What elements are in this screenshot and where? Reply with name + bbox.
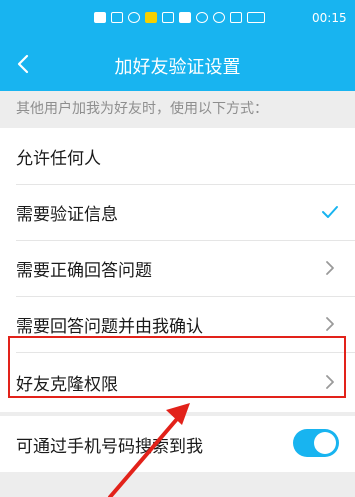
chevron-right-icon [326,375,334,389]
option-allow-anyone[interactable]: 允许任何人 [0,128,355,184]
toggle-knob [314,432,336,454]
app-bar: 加好友验证设置 [0,38,355,91]
chevron-right-icon [326,317,334,331]
vibrate-icon [230,12,242,23]
option-require-verification[interactable]: 需要验证信息 [0,184,355,240]
phone-search-row[interactable]: 可通过手机号码搜索到我 [0,416,355,472]
status-icons [94,12,265,23]
hd-icon [145,12,157,23]
option-label: 需要回答问题并由我确认 [16,316,203,337]
alarm-icon [213,12,225,23]
app-icon [179,12,191,23]
section-hint: 其他用户加我为好友时，使用以下方式： [16,101,268,117]
page-title: 加好友验证设置 [114,57,241,78]
option-label: 允许任何人 [16,148,101,169]
signal-icon [111,12,123,23]
battery-icon [247,12,265,23]
nfc-icon [196,12,208,23]
option-answer-and-confirm[interactable]: 需要回答问题并由我确认 [0,296,355,352]
verification-options: 允许任何人 需要验证信息 需要正确回答问题 需要回答问题并由我确认 好友克隆权限 [0,128,355,412]
checkmark-icon [322,206,338,218]
option-label: 需要验证信息 [16,204,118,225]
option-friend-clone-permission[interactable]: 好友克隆权限 [0,352,355,412]
sim-icon [94,12,106,23]
option-answer-question[interactable]: 需要正确回答问题 [0,240,355,296]
option-label: 好友克隆权限 [16,374,118,395]
status-bar: 00:15 [0,0,355,38]
phone-search-label: 可通过手机号码搜索到我 [16,436,203,457]
wifi-icon [128,12,140,23]
phone-search-toggle[interactable] [293,429,339,457]
chevron-right-icon [326,261,334,275]
app-icon [162,12,174,23]
option-label: 需要正确回答问题 [16,260,152,281]
status-time: 00:15 [312,11,347,25]
